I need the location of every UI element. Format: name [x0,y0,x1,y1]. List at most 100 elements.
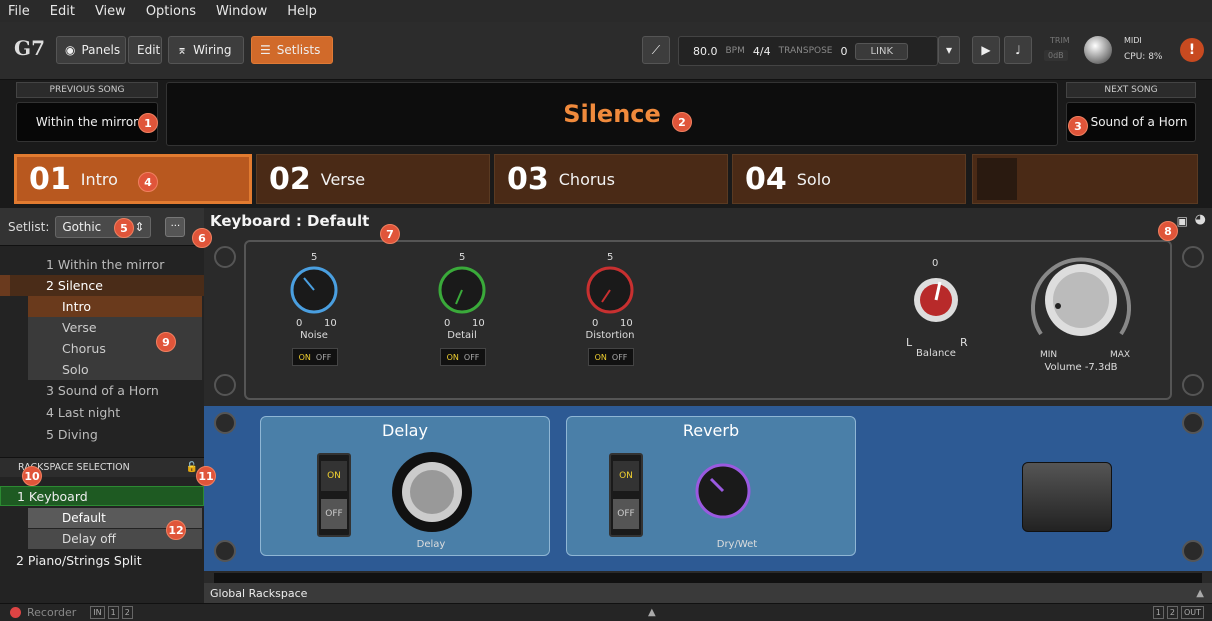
volume-knob[interactable] [1016,242,1146,352]
chevron-down-icon: ▾ [945,43,953,57]
setlists-button[interactable]: ☰ Setlists [251,36,333,64]
song-bar: PREVIOUS SONG Within the mirror Silence … [0,80,1212,150]
link-button[interactable]: LINK [855,42,909,60]
settings-icon[interactable]: ◕ [1195,212,1206,227]
setlist-song[interactable]: 5 Diving [0,424,204,445]
callout-badge: 8 [1158,221,1178,241]
rack-screw [1182,412,1204,434]
panels-button[interactable]: ◉ Panels [56,36,126,64]
rack-screw [1182,540,1204,562]
balance-label: Balance [916,348,956,359]
rack-screw [214,540,236,562]
updown-icon: ⇕ [134,219,145,234]
detail-label: Detail [447,330,477,341]
edit-button[interactable]: Edit [128,36,162,64]
bpm-value[interactable]: 80.0 [693,45,718,58]
setlist-more-button[interactable]: ··· [165,216,186,237]
recorder-label[interactable]: Recorder [27,606,76,619]
app-logo: G7 [14,36,45,60]
menu-options[interactable]: Options [146,4,196,19]
save-icon[interactable]: ▣ [1177,214,1188,228]
output-channel-2[interactable]: 2 [1166,606,1178,619]
noise-toggle[interactable]: ON OFF [292,348,338,366]
previous-song-button[interactable]: Within the mirror [16,102,158,142]
input-channel-1[interactable]: 1 [107,606,119,619]
song-part-item[interactable]: Verse [28,317,202,338]
part-solo[interactable]: 04 Solo [732,154,966,204]
metronome-button[interactable]: ♩ [1004,36,1032,64]
dry-wet-label: Dry/Wet [716,539,758,550]
input-channel-2[interactable]: 2 [121,606,133,619]
setlist-song[interactable]: 1 Within the mirror [0,254,204,275]
global-rackspace-bar[interactable]: Global Rackspace ▲ [204,583,1212,603]
reverb-title: Reverb [682,421,740,440]
tuner-button[interactable]: ⟋ [642,36,670,64]
delay-label: Delay [416,539,446,550]
menu-bar: File Edit View Options Window Help [0,0,1212,22]
chevron-up-icon[interactable]: ▲ [1196,588,1204,599]
rack-scroll-strip [214,573,1202,583]
rackspace-item-selected[interactable]: 1 Keyboard [0,486,204,506]
part-empty[interactable] [972,154,1198,204]
song-part-item[interactable]: Intro [28,296,202,317]
play-button[interactable]: ▶ [972,36,1000,64]
reverb-module: Reverb ON OFF Dry/Wet [566,416,856,556]
menu-edit[interactable]: Edit [50,4,75,19]
alert-button[interactable]: ! [1180,38,1204,62]
callout-badge: 12 [166,520,186,540]
distortion-toggle[interactable]: ON OFF [588,348,634,366]
detail-toggle[interactable]: ON OFF [440,348,486,366]
callout-badge: 11 [196,466,216,486]
midi-indicator: MIDI [1124,36,1142,45]
part-verse[interactable]: 02 Verse [256,154,490,204]
keyboard-panel: 0 10 5 Noise ON OFF 0 10 5 Detail ON OFF 0… [244,240,1172,400]
previous-song-label: PREVIOUS SONG [16,82,158,98]
setlist-song[interactable]: 4 Last night [0,402,204,423]
list-icon: ☰ [260,43,271,57]
volume-label: Volume -7.3dB [1044,362,1118,373]
setlist-song[interactable]: 3 Sound of a Horn [0,380,204,401]
rack-screw [214,246,236,268]
input-label: IN [90,606,105,619]
volume-knob-group: MIN MAX Volume -7.3dB [1016,242,1146,382]
balance-knob-group: 0 L R Balance [896,256,976,376]
callout-badge: 10 [22,466,42,486]
song-parts-bar: 01 Intro 02 Verse 03 Chorus 04 Solo [0,150,1212,208]
setlist-select[interactable]: Gothic ⇕ [55,215,152,238]
chevron-up-icon[interactable]: ▲ [648,607,656,618]
rack-screw [214,412,236,434]
menu-view[interactable]: View [95,4,126,19]
callout-badge: 3 [1068,116,1088,136]
delay-knob[interactable] [387,447,477,537]
trim-value[interactable]: 0dB [1044,50,1068,61]
delay-switch[interactable]: ON OFF [317,453,351,537]
menu-help[interactable]: Help [287,4,317,19]
rackspace-item[interactable]: 2 Piano/Strings Split [0,550,204,570]
wiring-button[interactable]: ⌆ Wiring [168,36,244,64]
menu-window[interactable]: Window [216,4,267,19]
output-label: OUT [1180,606,1204,619]
callout-badge: 2 [672,112,692,132]
distortion-label: Distortion [585,330,635,341]
menu-file[interactable]: File [8,4,30,19]
noise-label: Noise [300,330,328,341]
song-part-item[interactable]: Solo [28,359,202,380]
eye-icon: ◉ [65,43,76,57]
output-channel-1[interactable]: 1 [1152,606,1164,619]
play-icon: ▶ [981,43,991,57]
dry-wet-knob[interactable] [683,451,763,531]
transpose-value[interactable]: 0 [840,45,847,58]
record-icon[interactable] [10,607,21,618]
transport-dropdown[interactable]: ▾ [938,36,960,64]
part-chorus[interactable]: 03 Chorus [494,154,728,204]
reverb-switch[interactable]: ON OFF [609,453,643,537]
next-song-label: NEXT SONG [1066,82,1196,98]
effects-panel: Delay ON OFF Delay Reverb ON OFF Dry/Wet [204,406,1212,571]
master-volume-knob[interactable] [1084,36,1112,64]
part-intro[interactable]: 01 Intro [14,154,252,204]
time-signature[interactable]: 4/4 [753,45,771,58]
setlist-song-selected[interactable]: 2 Silence [0,275,204,296]
callout-badge: 6 [192,228,212,248]
expression-pedal[interactable] [1022,462,1112,532]
callout-badge: 4 [138,172,158,192]
